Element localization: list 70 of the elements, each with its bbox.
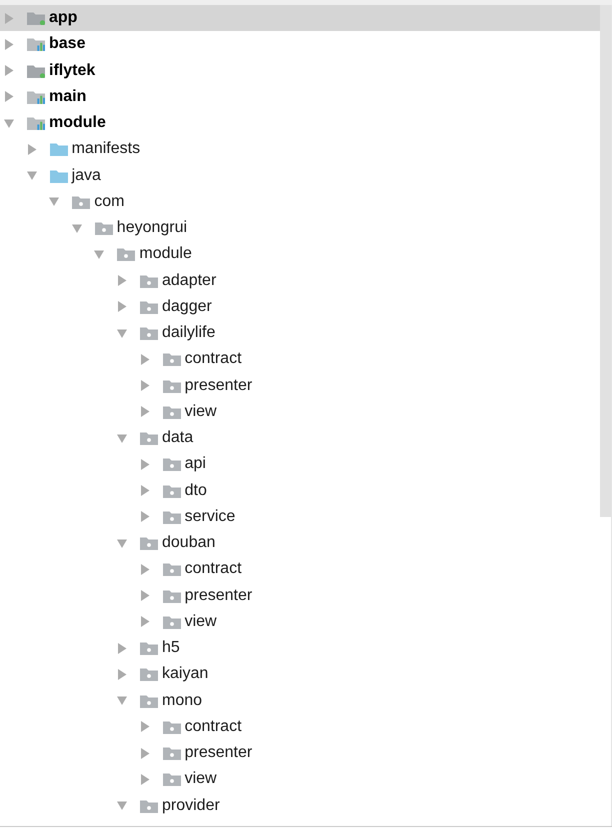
tree-item-label[interactable]: provider: [162, 796, 220, 816]
caret-right-icon[interactable]: [117, 275, 127, 286]
caret-right-icon[interactable]: [140, 458, 150, 470]
caret-right-icon[interactable]: [4, 65, 14, 76]
caret-right-icon[interactable]: [140, 511, 150, 522]
caret-right-icon[interactable]: [140, 721, 150, 732]
tree-item-label[interactable]: contract: [184, 349, 242, 370]
tree-item-label[interactable]: module: [139, 244, 192, 264]
caret-right-icon[interactable]: [140, 564, 150, 575]
tree-item-label[interactable]: dailylife: [162, 323, 216, 344]
tree-item-label[interactable]: presenter: [184, 586, 252, 606]
tree-item-label[interactable]: contract: [184, 559, 242, 580]
caret-down-icon[interactable]: [117, 800, 127, 812]
caret-right-icon[interactable]: [140, 485, 150, 496]
caret-down-icon[interactable]: [117, 695, 127, 706]
tree-item-label[interactable]: heyongrui: [116, 218, 188, 238]
tree-item-label[interactable]: h5: [162, 638, 180, 658]
caret-right-icon[interactable]: [140, 774, 150, 785]
tree-item-label[interactable]: data: [162, 428, 194, 448]
caret-down-icon[interactable]: [4, 118, 14, 129]
tree-item-label[interactable]: com: [94, 192, 124, 212]
folder-chart-icon: [27, 116, 45, 130]
tree-item-label[interactable]: module: [49, 113, 106, 134]
caret-down-icon[interactable]: [117, 432, 127, 444]
folder-badge-icon: [27, 11, 45, 26]
folder-icon: [50, 142, 68, 156]
caret-down-icon[interactable]: [49, 196, 60, 208]
tree-item-label[interactable]: mono: [162, 690, 202, 711]
tree-item-label[interactable]: presenter: [184, 743, 252, 764]
tree-item-label[interactable]: app: [49, 8, 78, 28]
caret-right-icon[interactable]: [140, 616, 150, 628]
tree-item-label[interactable]: view: [184, 402, 217, 422]
tree-item-label[interactable]: main: [49, 86, 86, 107]
tree-item-label[interactable]: douban: [162, 533, 216, 554]
caret-right-icon[interactable]: [140, 354, 150, 365]
tree-item-label[interactable]: java: [72, 166, 101, 186]
caret-right-icon[interactable]: [140, 748, 150, 759]
tree-item-label[interactable]: manifests: [72, 139, 140, 160]
tree-item-label[interactable]: view: [184, 612, 217, 632]
tree-item-label[interactable]: api: [184, 454, 206, 474]
tree-item-label[interactable]: adapter: [162, 270, 216, 291]
caret-down-icon[interactable]: [72, 222, 82, 234]
tree-item-label[interactable]: dagger: [162, 296, 212, 317]
tree-item-label[interactable]: dto: [184, 480, 207, 501]
folder-badge-icon: [27, 64, 45, 78]
tree-item-label[interactable]: contract: [184, 716, 242, 737]
caret-down-icon[interactable]: [26, 170, 37, 182]
folder-icon: [50, 168, 68, 183]
tree-item-label[interactable]: presenter: [184, 376, 252, 396]
caret-right-icon[interactable]: [117, 642, 127, 654]
folder-chart-icon: [27, 90, 45, 104]
tree-item-label[interactable]: service: [184, 506, 236, 527]
caret-right-icon[interactable]: [4, 91, 14, 102]
caret-right-icon[interactable]: [4, 38, 14, 50]
caret-right-icon[interactable]: [26, 144, 37, 155]
tree-item-label[interactable]: view: [184, 769, 217, 790]
tree-item-label[interactable]: kaiyan: [162, 664, 208, 684]
caret-down-icon[interactable]: [117, 538, 127, 549]
tree-item-label[interactable]: iflytek: [49, 60, 96, 81]
caret-right-icon[interactable]: [117, 668, 127, 680]
folder-chart-icon: [27, 37, 45, 52]
caret-right-icon[interactable]: [4, 12, 14, 24]
caret-right-icon[interactable]: [140, 380, 150, 392]
caret-down-icon[interactable]: [94, 248, 104, 260]
scrollbar-thumb[interactable]: [600, 5, 611, 517]
caret-right-icon[interactable]: [140, 406, 150, 418]
caret-down-icon[interactable]: [117, 328, 127, 339]
caret-right-icon[interactable]: [117, 301, 127, 312]
caret-right-icon[interactable]: [140, 590, 150, 602]
tree-item-label[interactable]: base: [49, 34, 86, 54]
